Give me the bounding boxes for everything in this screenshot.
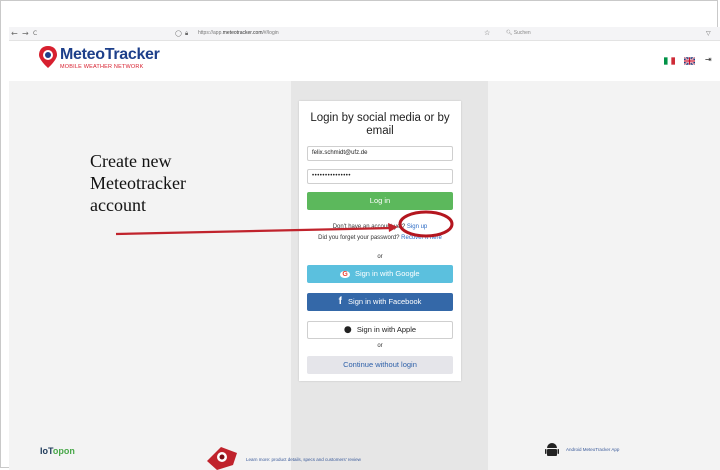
apple-signin-button[interactable]: ● Sign in with Apple: [307, 321, 453, 339]
google-signin-label: Sign in with Google: [354, 269, 420, 278]
signup-row: Don't have an account yet? Sign up: [299, 224, 461, 230]
iotopon-logo-part-2: opon: [52, 446, 75, 456]
iotopon-logo[interactable]: IoTopon: [40, 446, 75, 456]
google-signin-button[interactable]: G Sign in with Google: [307, 265, 453, 283]
annotation-line-1: Create new: [90, 151, 172, 171]
google-icon: G: [340, 271, 350, 278]
annotation-line-2: Meteotracker: [90, 173, 186, 193]
login-card: Login by social media or by email felix.…: [299, 101, 461, 381]
search-icon: 🔍︎: [506, 30, 513, 36]
apple-icon: ●: [343, 325, 352, 335]
address-bar[interactable]: https://app.meteotracker.com/#/login: [198, 28, 279, 39]
login-button[interactable]: Log in: [307, 192, 453, 210]
android-app-link[interactable]: Android MeteoTracker App: [566, 447, 619, 452]
facebook-signin-label: Sign in with Facebook: [348, 297, 422, 306]
recover-row: Did you forget your password? Recover it…: [299, 235, 461, 241]
iotopon-logo-part-1: IoT: [40, 446, 53, 456]
forgot-password-text: Did you forget your password?: [318, 235, 400, 241]
login-title: Login by social media or by email: [310, 112, 450, 137]
no-account-text: Don't have an account yet?: [332, 224, 406, 230]
login-icon[interactable]: ⇥: [705, 55, 712, 64]
search-field[interactable]: 🔍︎ Suchen: [506, 28, 636, 38]
email-field[interactable]: felix.schmidt@ufz.de: [307, 146, 453, 161]
meteotracker-device-image: [207, 447, 237, 470]
continue-without-login-button[interactable]: Continue without login: [307, 356, 453, 374]
annotation-line-3: account: [90, 195, 146, 215]
or-divider-2: or: [377, 343, 383, 349]
pocket-icon[interactable]: ▽: [706, 28, 711, 39]
url-path: /#/login: [262, 30, 279, 36]
english-flag-icon[interactable]: [684, 57, 695, 65]
browser-toolbar: ← → C ◯ 🔒︎ https://app.meteotracker.com/…: [9, 27, 720, 41]
italian-flag-icon[interactable]: [664, 57, 675, 65]
url-domain: meteotracker.com: [222, 30, 263, 36]
signup-link[interactable]: Sign up: [407, 224, 427, 230]
search-placeholder: Suchen: [513, 30, 531, 36]
lock-icon: 🔒︎: [185, 30, 189, 37]
back-button[interactable]: ←: [11, 28, 18, 39]
or-divider: or: [377, 254, 383, 260]
forward-button[interactable]: →: [22, 28, 29, 39]
logo-title[interactable]: MeteoTracker: [60, 46, 160, 64]
reload-button[interactable]: C: [33, 28, 37, 39]
site-header: MeteoTracker MOBILE WEATHER NETWORK ⇥: [9, 41, 720, 81]
facebook-icon: f: [338, 296, 342, 307]
learn-more-link[interactable]: Learn more: product details, specs and c…: [246, 457, 361, 462]
android-icon: [545, 443, 559, 456]
bookmark-star-icon[interactable]: ☆: [484, 28, 490, 39]
shield-icon[interactable]: ◯: [175, 28, 182, 39]
recover-link[interactable]: Recover it here: [401, 235, 442, 241]
logo-subtitle: MOBILE WEATHER NETWORK: [60, 64, 144, 70]
annotation-text: Create new Meteotracker account: [90, 150, 186, 216]
url-prefix: https://app.: [198, 30, 223, 36]
logo-pin-icon: [39, 46, 57, 68]
password-field[interactable]: •••••••••••••••: [307, 169, 453, 184]
facebook-signin-button[interactable]: f Sign in with Facebook: [307, 293, 453, 311]
apple-signin-label: Sign in with Apple: [356, 325, 417, 334]
